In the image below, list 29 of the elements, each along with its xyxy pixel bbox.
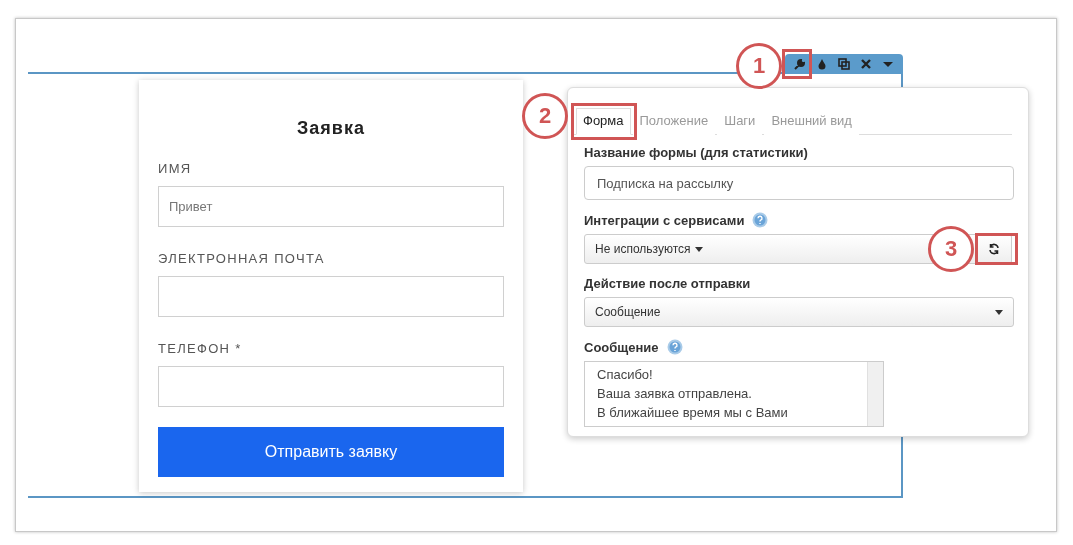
copy-icon[interactable] bbox=[838, 58, 850, 70]
input-field[interactable]: Привет bbox=[158, 186, 504, 227]
caret-icon bbox=[995, 309, 1003, 315]
message-textarea[interactable]: Спасибо! Ваша заявка отправлена. В ближайшее время мы с Вами bbox=[584, 361, 884, 427]
submit-button[interactable]: Отправить заявку bbox=[158, 427, 504, 477]
field-label: Действие после отправки bbox=[584, 276, 751, 291]
dropdown[interactable]: Сообщение bbox=[584, 297, 1014, 327]
help-icon[interactable] bbox=[752, 212, 769, 228]
field-label: Название формы (для статистики) bbox=[584, 145, 808, 160]
help-icon[interactable] bbox=[666, 339, 683, 355]
input-field[interactable] bbox=[158, 276, 504, 317]
field-label: Сообщение bbox=[584, 339, 659, 355]
field-label: Интеграции с сервисами bbox=[584, 212, 745, 228]
tab[interactable]: Форма bbox=[576, 108, 631, 135]
caret-icon bbox=[694, 246, 703, 252]
wrench-icon[interactable] bbox=[794, 58, 806, 70]
scrollbar[interactable] bbox=[867, 362, 883, 426]
field-label: ИМЯ bbox=[158, 161, 193, 176]
highlight-frame bbox=[782, 49, 812, 79]
drop-icon[interactable] bbox=[816, 58, 828, 70]
field-label: ТЕЛЕФОН * bbox=[158, 341, 243, 356]
refresh-icon bbox=[988, 243, 1000, 255]
form-title: Заявка bbox=[296, 118, 366, 139]
field-label: ЭЛЕКТРОННАЯ ПОЧТА bbox=[158, 251, 326, 266]
input-field[interactable]: Подписка на рассылку bbox=[584, 166, 1014, 200]
input-field[interactable] bbox=[158, 366, 504, 407]
highlight-frame bbox=[975, 233, 1018, 265]
highlight-frame bbox=[571, 103, 637, 140]
close-icon[interactable] bbox=[860, 58, 872, 70]
